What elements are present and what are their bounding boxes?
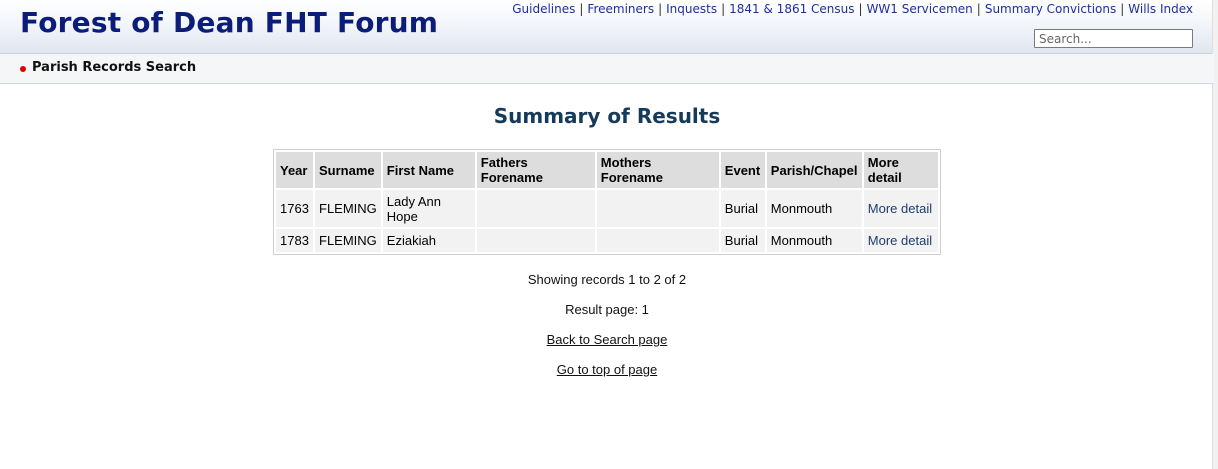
nav-separator: | [579,2,584,16]
cell-event: Burial [720,229,765,252]
cell-first-name: Eziakiah [382,229,475,252]
table-row: 1783 FLEMING Eziakiah Burial Monmouth Mo… [276,229,938,252]
nav-separator: | [658,2,663,16]
nav-link-wills-index[interactable]: Wills Index [1128,2,1193,16]
bullet-dot-icon [20,66,26,72]
nav-link-census[interactable]: 1841 & 1861 Census [729,2,854,16]
header-fathers-forename: Fathers Forename [476,152,595,188]
nav-link-freeminers[interactable]: Freeminers [587,2,654,16]
cell-surname: FLEMING [315,229,381,252]
cell-first-name: Lady Ann Hope [382,190,475,227]
top-navigation: Guidelines | Freeminers | Inquests | 1841 & 18… [512,2,1193,16]
more-detail-link[interactable]: More detail [868,201,932,216]
header-first-name: First Name [382,152,475,188]
cell-surname: FLEMING [315,190,381,227]
cell-parish: Monmouth [766,229,862,252]
nav-separator: | [1120,2,1125,16]
cell-mothers-forename [596,190,719,227]
nav-separator: | [858,2,863,16]
header-more-detail: More detail [863,152,938,188]
breadcrumb-label: Parish Records Search [32,60,197,75]
cell-fathers-forename [476,229,595,252]
table-header-row: Year Surname First Name Fathers Forename… [276,152,938,188]
nav-link-inquests[interactable]: Inquests [666,2,717,16]
header-year: Year [276,152,313,188]
nav-separator: | [721,2,726,16]
nav-link-guidelines[interactable]: Guidelines [512,2,575,16]
search-input[interactable] [1034,29,1193,48]
cell-year: 1763 [276,190,313,227]
more-detail-link[interactable]: More detail [868,233,932,248]
header-event: Event [720,152,765,188]
cell-more-detail: More detail [863,229,938,252]
site-header: Forest of Dean FHT Forum Guidelines | Free… [0,0,1218,54]
table-row: 1763 FLEMING Lady Ann Hope Burial Monmou… [276,190,938,227]
cell-year: 1783 [276,229,313,252]
results-table: Year Surname First Name Fathers Forename… [273,149,941,255]
nav-separator: | [976,2,981,16]
nav-link-ww1-servicemen[interactable]: WW1 Servicemen [867,2,973,16]
top-link-wrapper: Go to top of page [0,362,1214,377]
cell-parish: Monmouth [766,190,862,227]
go-to-top-link[interactable]: Go to top of page [557,362,657,377]
cell-event: Burial [720,190,765,227]
cell-more-detail: More detail [863,190,938,227]
back-to-search-link[interactable]: Back to Search page [547,332,668,347]
header-parish-chapel: Parish/Chapel [766,152,862,188]
back-link-wrapper: Back to Search page [0,332,1214,347]
header-surname: Surname [315,152,381,188]
cell-fathers-forename [476,190,595,227]
cell-mothers-forename [596,229,719,252]
breadcrumb-bar: Parish Records Search [0,54,1214,84]
site-title[interactable]: Forest of Dean FHT Forum [20,6,438,39]
page-title: Summary of Results [493,104,721,128]
records-count-text: Showing records 1 to 2 of 2 [527,272,687,287]
nav-link-summary-convictions[interactable]: Summary Convictions [985,2,1116,16]
header-mothers-forename: Mothers Forename [596,152,719,188]
result-page-text: Result page: 1 [565,302,649,317]
